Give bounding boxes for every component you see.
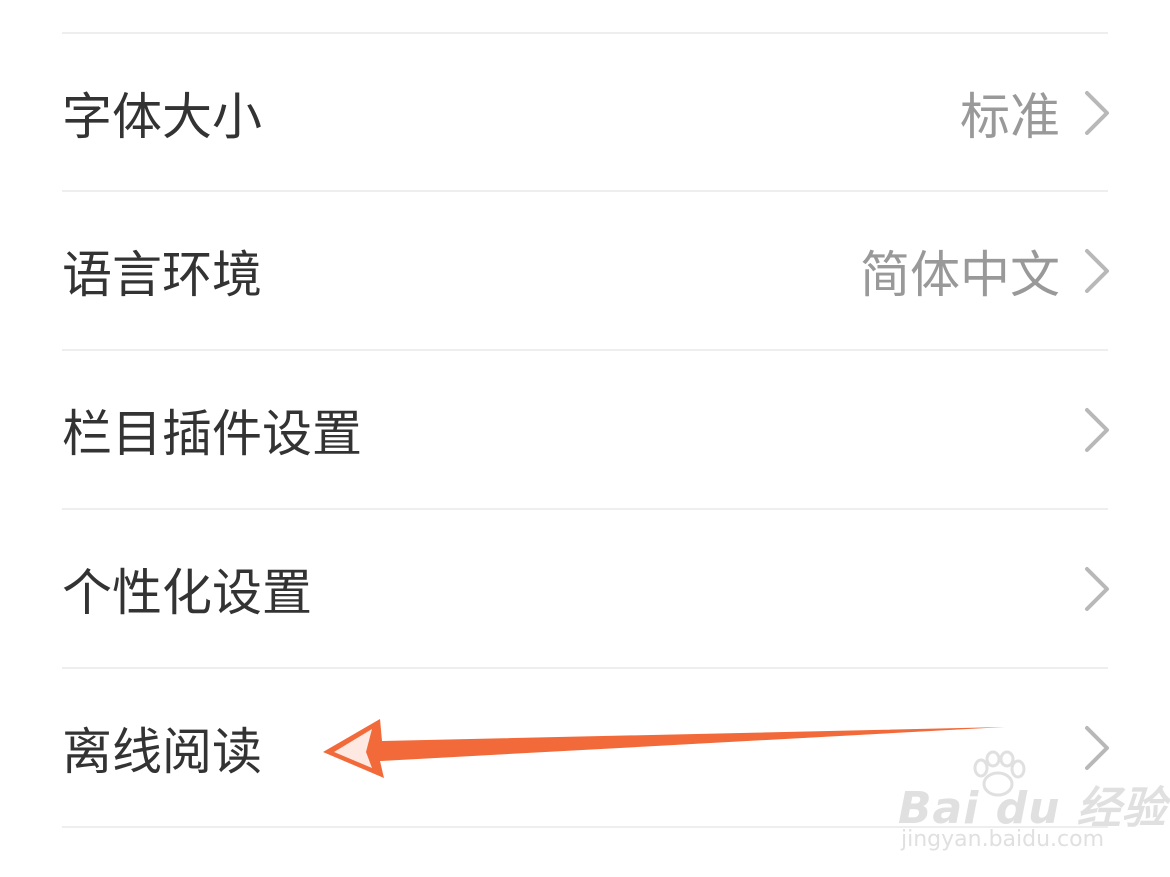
baidu-jingyan-watermark: Bai du 经验 jingyan.baidu.com xyxy=(893,750,1166,862)
annotation-arrow xyxy=(323,719,1005,778)
watermark-url: jingyan.baidu.com xyxy=(901,827,1105,852)
